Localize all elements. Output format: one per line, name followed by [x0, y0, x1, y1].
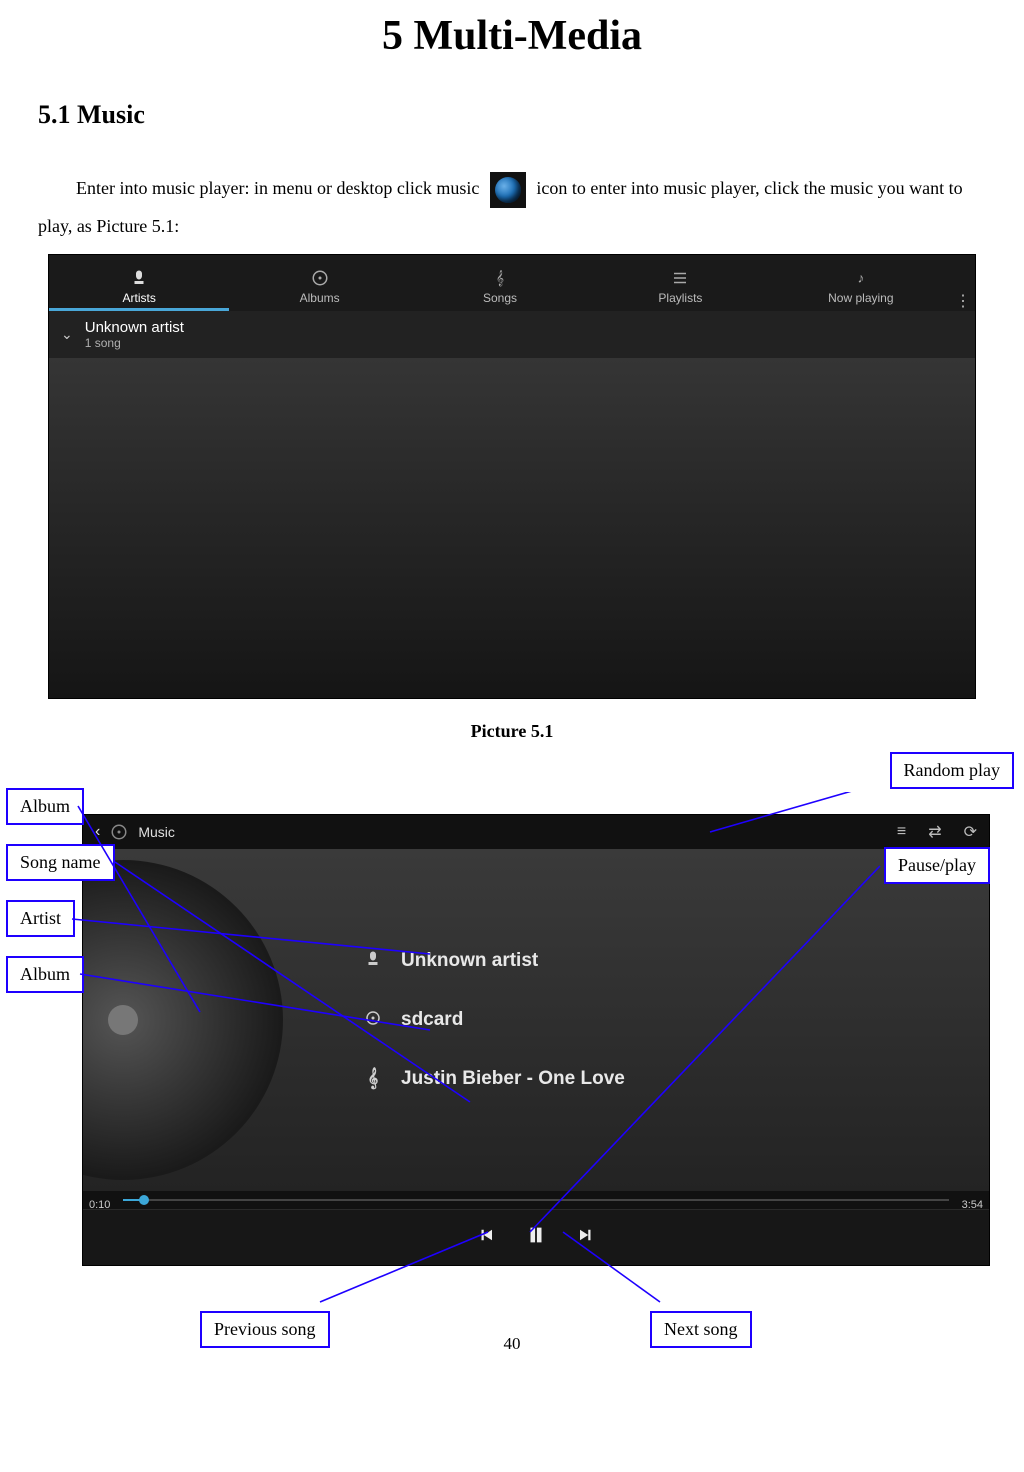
player-song: Justin Bieber - One Love: [401, 1068, 625, 1090]
tab-artists[interactable]: Artists: [49, 265, 229, 311]
chapter-title: 5 Multi-Media: [0, 0, 1024, 100]
tab-now-playing[interactable]: ♪ Now playing: [771, 265, 951, 311]
back-icon[interactable]: ‹: [95, 823, 100, 841]
callout-pause-play: Pause/play: [884, 847, 990, 884]
callout-album: Album: [6, 956, 84, 993]
para-text-pre: Enter into music player: in menu or desk…: [76, 178, 479, 198]
previous-button[interactable]: [477, 1226, 495, 1249]
music-app-icon: [490, 172, 526, 208]
time-total: 3:54: [962, 1199, 983, 1211]
player-artist: Unknown artist: [401, 950, 538, 972]
album-art: [83, 849, 363, 1191]
tab-playlists[interactable]: Playlists: [590, 265, 770, 311]
repeat-icon[interactable]: ⟳: [964, 822, 977, 842]
player-app-title: Music: [138, 824, 175, 840]
tab-label: Playlists: [658, 291, 702, 305]
meta-album-row: sdcard: [363, 1009, 989, 1032]
albums-icon: [311, 269, 329, 287]
intro-paragraph: Enter into music player: in menu or desk…: [0, 170, 1024, 244]
tab-label: Songs: [483, 291, 517, 305]
disc-image: [83, 860, 283, 1180]
svg-text:𝄞: 𝄞: [496, 270, 504, 286]
album-icon: [363, 1009, 383, 1032]
figure-5-1: Artists Albums 𝄞 Songs Playlists ♪ Now p…: [48, 254, 976, 699]
chevron-down-icon: ⌄: [61, 326, 73, 343]
page-number: 40: [0, 1334, 1024, 1354]
tab-label: Now playing: [828, 291, 893, 305]
artist-icon: [363, 950, 383, 973]
artist-name: Unknown artist: [85, 319, 184, 336]
now-playing-icon: ♪: [852, 269, 870, 287]
player-controls: [83, 1209, 989, 1265]
player-album: sdcard: [401, 1009, 463, 1031]
section-title: 5.1 Music: [0, 100, 1024, 170]
tab-songs[interactable]: 𝄞 Songs: [410, 265, 590, 311]
tab-label: Albums: [300, 291, 340, 305]
song-icon: 𝄞: [363, 1068, 383, 1089]
callout-album-art: Album: [6, 788, 84, 825]
player-action-bar: ‹ Music ≡ ⇄ ⟳: [83, 815, 989, 849]
progress-bar[interactable]: 0:10 3:54: [83, 1191, 989, 1209]
artists-icon: [130, 269, 148, 287]
callout-random: Random play: [890, 752, 1015, 789]
tab-label: Artists: [123, 291, 156, 305]
play-pause-button[interactable]: [525, 1224, 547, 1251]
tab-albums[interactable]: Albums: [229, 265, 409, 311]
callout-artist: Artist: [6, 900, 75, 937]
playlists-icon: [671, 269, 689, 287]
songs-icon: 𝄞: [491, 269, 509, 287]
figure-5-2-wrap: ‹ Music ≡ ⇄ ⟳ Unknown artist: [0, 792, 1024, 1312]
meta-song-row: 𝄞 Justin Bieber - One Love: [363, 1068, 989, 1090]
shuffle-icon[interactable]: ⇄: [928, 822, 941, 842]
progress-thumb[interactable]: [139, 1195, 149, 1205]
music-tab-bar: Artists Albums 𝄞 Songs Playlists ♪ Now p…: [49, 255, 975, 311]
overflow-menu-icon[interactable]: ⋮: [951, 291, 975, 311]
time-elapsed: 0:10: [89, 1199, 110, 1211]
artist-row[interactable]: ⌄ Unknown artist 1 song: [49, 311, 975, 358]
next-button[interactable]: [577, 1226, 595, 1249]
playlist-icon[interactable]: ≡: [897, 823, 906, 841]
figure-5-2: ‹ Music ≡ ⇄ ⟳ Unknown artist: [82, 814, 990, 1266]
figure-5-1-caption: Picture 5.1: [0, 705, 1024, 752]
artist-subtitle: 1 song: [85, 336, 184, 350]
svg-text:♪: ♪: [857, 270, 864, 285]
empty-list-area: [49, 358, 975, 698]
meta-artist-row: Unknown artist: [363, 950, 989, 973]
callout-song-name: Song name: [6, 844, 115, 881]
app-icon: [110, 823, 128, 841]
